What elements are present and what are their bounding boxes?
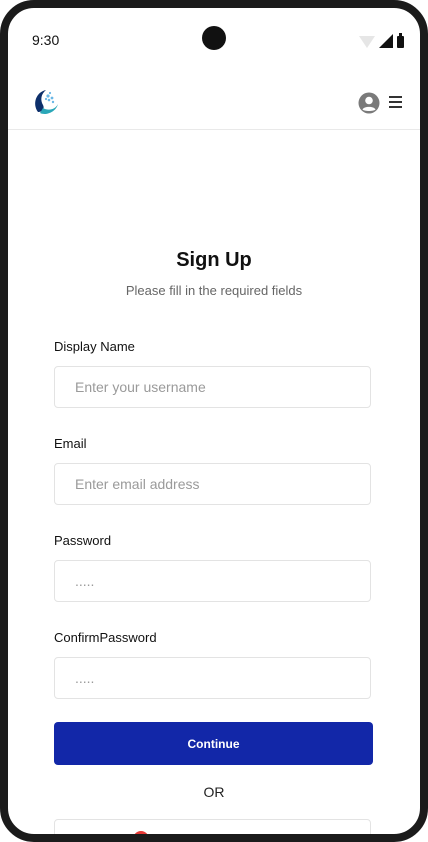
page-subtitle: Please fill in the required fields [125, 283, 303, 298]
hamburger-menu-icon[interactable] [389, 96, 402, 108]
battery-icon [397, 33, 404, 48]
display-name-input[interactable] [55, 367, 370, 407]
page-title: Sign Up [176, 249, 252, 271]
email-field[interactable] [54, 463, 371, 505]
app-header [8, 72, 420, 130]
password-field[interactable] [54, 560, 371, 602]
signal-icon [379, 34, 393, 48]
email-input[interactable] [55, 464, 370, 504]
or-divider: OR [203, 784, 225, 800]
account-circle-icon[interactable] [358, 92, 380, 114]
system-icons [359, 33, 404, 48]
status-bar: 9:30 [8, 8, 420, 72]
password-input[interactable] [55, 561, 370, 601]
camera-cutout [202, 26, 226, 50]
phone-frame: 9:30 Sign Up Please fill in the required… [0, 0, 428, 842]
status-time: 9:30 [32, 32, 60, 48]
confirm-password-field[interactable] [54, 657, 371, 699]
confirm-password-input[interactable] [55, 658, 370, 698]
password-label: Password [54, 533, 112, 548]
confirm-password-label: ConfirmPassword [54, 630, 157, 645]
continue-button[interactable]: Continue [54, 722, 373, 765]
google-signup-button[interactable] [54, 819, 371, 834]
display-name-field[interactable] [54, 366, 371, 408]
display-name-label: Display Name [54, 339, 135, 354]
wifi-icon [359, 36, 375, 48]
google-icon [133, 831, 149, 834]
email-label: Email [54, 436, 87, 451]
brand-logo-icon[interactable] [30, 86, 62, 118]
